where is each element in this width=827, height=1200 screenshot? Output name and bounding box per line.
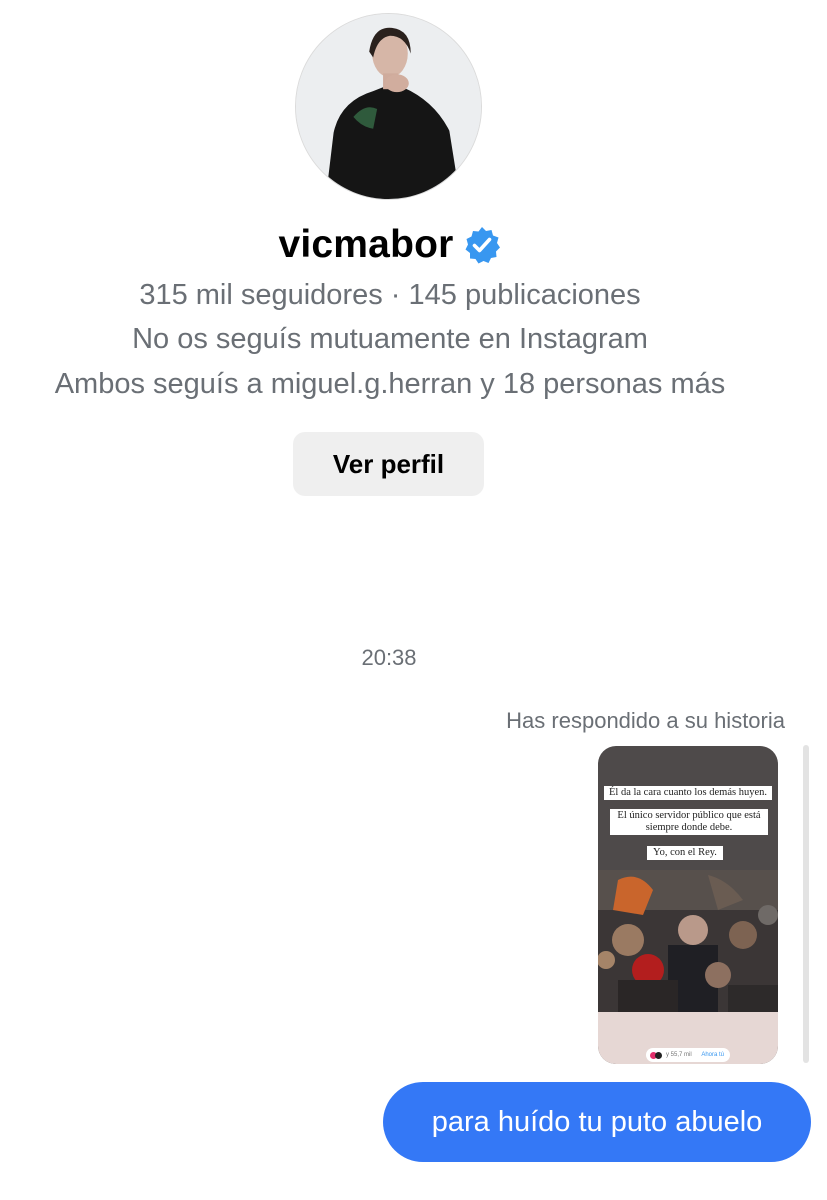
story-preview[interactable]: Él da la cara cuanto los demás huyen. El…: [598, 746, 778, 1064]
username-row: vicmabor: [0, 220, 780, 270]
story-photo: [598, 870, 778, 1012]
story-reply-label: Has respondido a su historia: [506, 708, 785, 733]
mutual-followers: Ambos seguís a miguel.g.herran y 18 pers…: [54, 368, 726, 400]
sent-message-bubble[interactable]: para huído tu puto abuelo: [383, 1082, 811, 1162]
reaction-dots-icon: [650, 1051, 662, 1059]
profile-photo: [296, 14, 481, 199]
reply-indicator-bar: [803, 745, 809, 1063]
story-pill: y 55,7 mil Ahora tú: [646, 1048, 730, 1062]
message-timestamp: 20:38: [361, 645, 417, 670]
story-caption: El único servidor público que está siemp…: [610, 809, 768, 835]
story-pill-count: y 55,7 mil: [666, 1052, 692, 1058]
story-caption: Yo, con el Rey.: [647, 846, 723, 860]
username: vicmabor: [278, 223, 454, 266]
story-caption: Él da la cara cuanto los demás huyen.: [604, 786, 772, 800]
follow-status: No os seguís mutuamente en Instagram: [132, 323, 648, 355]
profile-stats: 315 mil seguidores · 145 publicaciones: [139, 279, 641, 311]
profile-avatar[interactable]: [295, 13, 482, 200]
story-pill-reply: Ahora tú: [701, 1052, 724, 1058]
view-profile-button[interactable]: Ver perfil: [293, 432, 484, 496]
verified-badge-icon: [462, 225, 502, 265]
